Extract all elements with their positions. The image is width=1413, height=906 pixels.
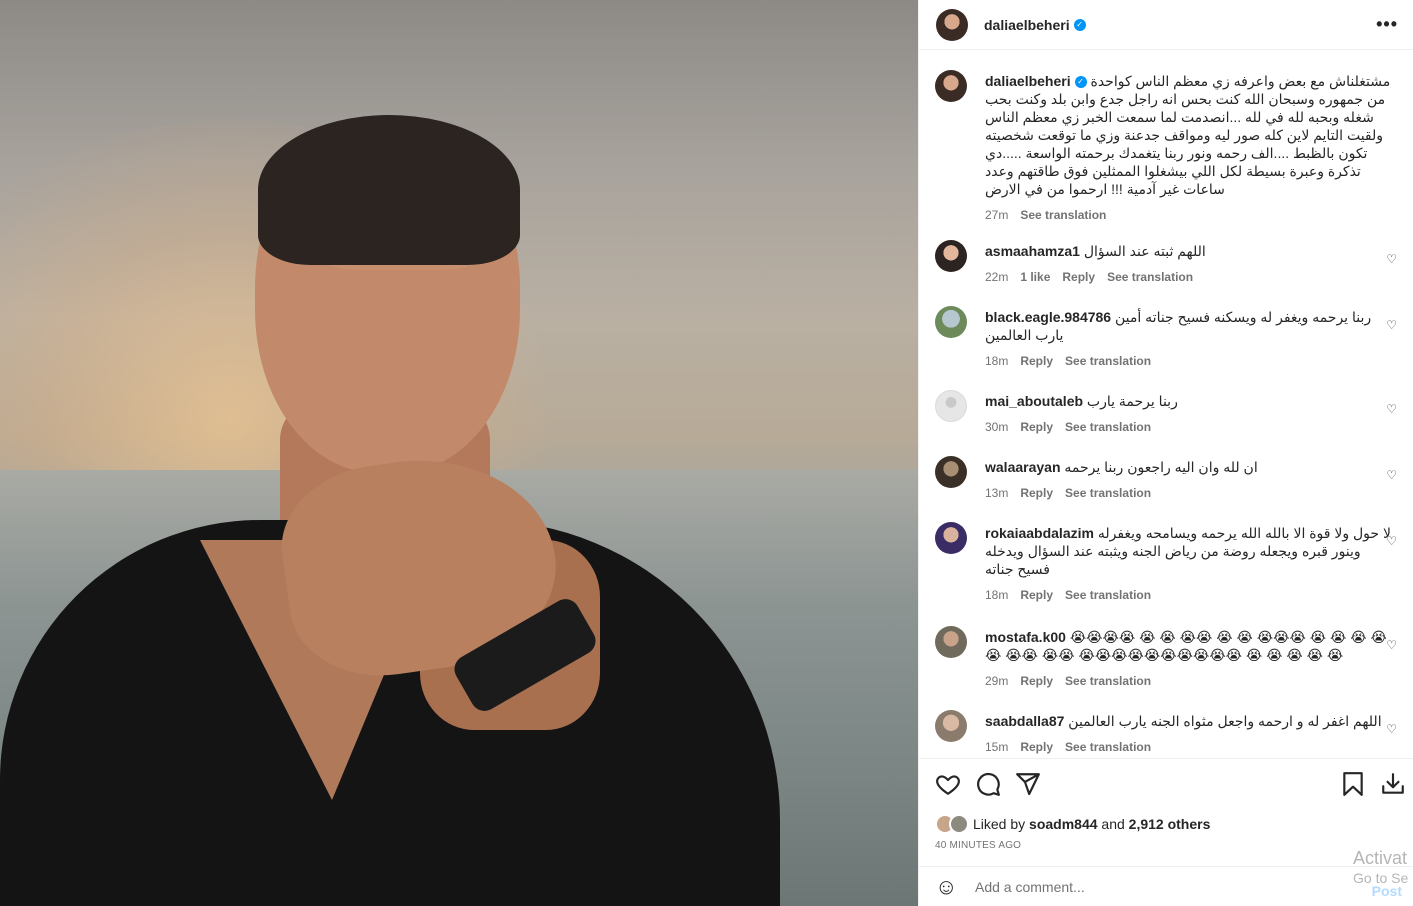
comment-reply-button[interactable]: Reply [1020,588,1053,602]
watermark-line1: Activat [1353,848,1408,868]
comment-icon[interactable] [975,771,1001,797]
comment-avatar[interactable] [935,306,967,338]
comment-avatar[interactable] [935,456,967,488]
comment-reply-button[interactable]: Reply [1020,420,1053,434]
comment-time: 22m [985,270,1009,284]
add-comment-bar: ☺ Post [919,866,1413,906]
comment-item: mai_aboutaleb ربنا يرحمة يارب 30m Reply … [935,390,1405,434]
comment-reply-button[interactable]: Reply [1020,674,1053,688]
caption-time: 27m [985,208,1009,222]
photo-hair [258,115,520,265]
comment-see-translation[interactable]: See translation [1065,486,1151,500]
comment-reply-button[interactable]: Reply [1020,740,1053,754]
comment-item: rokaiaabdalazim لا حول ولا قوة الا بالله… [935,522,1405,602]
comment-like-heart-icon[interactable]: ♡ [1386,468,1397,482]
comment-time: 30m [985,420,1009,434]
comment-text: اللهم ثبته عند السؤال [1083,243,1206,259]
author-username[interactable]: daliaelbeheri [984,17,1070,33]
comment-time: 13m [985,486,1009,500]
activation-watermark: Activat Go to Se [1353,848,1413,888]
comment-avatar[interactable] [935,710,967,742]
post-time-ago[interactable]: 40 MINUTES AGO [935,840,1021,851]
comment-time: 18m [985,588,1009,602]
comment-text: ان لله وان اليه راجعون ربنا يرحمه [1064,459,1258,475]
comment-avatar[interactable] [935,240,967,272]
post-photo [0,0,918,906]
comment-likes[interactable]: 1 like [1020,270,1050,284]
post-actions-bar [919,758,1413,813]
liked-by-label: Liked by [973,816,1026,832]
liked-and-label: and [1101,816,1125,832]
author-avatar[interactable] [936,8,968,41]
more-options-icon[interactable]: ••• [1376,14,1398,35]
comment-see-translation[interactable]: See translation [1107,270,1193,284]
comment-like-heart-icon[interactable]: ♡ [1386,534,1397,548]
comment-reply-button[interactable]: Reply [1020,354,1053,368]
comment-like-heart-icon[interactable]: ♡ [1386,638,1397,652]
caption-avatar[interactable] [935,70,967,102]
comment-like-heart-icon[interactable]: ♡ [1386,402,1397,416]
caption-text: مشتغلناش مع بعض واعرفه زي معظم الناس كوا… [985,73,1391,197]
bookmark-icon[interactable] [1340,771,1366,797]
comment-item: mostafa.k00 😭😭😭😭 😭 😭 😭😭 😭 😭 😭😭😭 😭 😭 😭 😭😭… [935,626,1405,688]
comment-text: ربنا يرحمة يارب [1086,393,1178,409]
share-icon[interactable] [1015,771,1041,797]
comment-item: saabdalla87 اللهم اغفر له و ارحمه واجعل … [935,710,1405,754]
comment-avatar[interactable] [935,522,967,554]
comment-reply-button[interactable]: Reply [1062,270,1095,284]
post-header: daliaelbeheri ✓ ••• [919,0,1413,50]
post-panel: daliaelbeheri ✓ ••• daliaelbeheri ✓ مشتغل… [918,0,1413,906]
verified-badge-icon: ✓ [1073,18,1086,31]
comment-username[interactable]: asmaahamza1 [985,243,1080,259]
comment-time: 29m [985,674,1009,688]
verified-badge-icon: ✓ [1074,76,1087,89]
comment-see-translation[interactable]: See translation [1065,740,1151,754]
caption-username[interactable]: daliaelbeheri [985,73,1071,89]
comment-see-translation[interactable]: See translation [1065,420,1151,434]
liker-avatar[interactable] [949,814,969,834]
comment-time: 15m [985,740,1009,754]
comment-username[interactable]: mai_aboutaleb [985,393,1083,409]
comment-username[interactable]: mostafa.k00 [985,629,1066,645]
comment-see-translation[interactable]: See translation [1065,674,1151,688]
comment-like-heart-icon[interactable]: ♡ [1386,722,1397,736]
comment-item: black.eagle.984786 ربنا يرحمه ويغفر له و… [935,306,1405,368]
heart-icon[interactable] [935,771,961,797]
post-caption: daliaelbeheri ✓ مشتغلناش مع بعض واعرفه زي… [919,50,1413,222]
comment-username[interactable]: rokaiaabdalazim [985,525,1094,541]
add-comment-input[interactable] [975,878,1355,895]
watermark-line2: Go to Se [1353,870,1409,886]
comment-text: اللهم اغفر له و ارحمه واجعل مثواه الجنه … [1068,713,1382,729]
download-icon[interactable] [1380,771,1406,797]
smile-icon[interactable]: ☺ [935,874,959,900]
liked-others-count[interactable]: 2,912 others [1129,816,1211,832]
comment-reply-button[interactable]: Reply [1020,486,1053,500]
comment-avatar[interactable] [935,626,967,658]
comment-see-translation[interactable]: See translation [1065,588,1151,602]
likes-summary: Liked by soadm844 and 2,912 others [935,814,1210,834]
comment-item: walaarayan ان لله وان اليه راجعون ربنا ي… [935,456,1405,500]
comment-time: 18m [985,354,1009,368]
comment-avatar[interactable] [935,390,967,422]
comment-like-heart-icon[interactable]: ♡ [1386,318,1397,332]
comment-username[interactable]: black.eagle.984786 [985,309,1111,325]
liked-by-user[interactable]: soadm844 [1029,816,1097,832]
comment-username[interactable]: saabdalla87 [985,713,1064,729]
comment-see-translation[interactable]: See translation [1065,354,1151,368]
comments-list[interactable]: daliaelbeheri ✓ مشتغلناش مع بعض واعرفه زي… [919,50,1413,758]
caption-see-translation[interactable]: See translation [1020,208,1106,222]
comment-item: asmaahamza1 اللهم ثبته عند السؤال 22m 1 … [935,240,1405,284]
comment-like-heart-icon[interactable]: ♡ [1386,252,1397,266]
comment-username[interactable]: walaarayan [985,459,1061,475]
